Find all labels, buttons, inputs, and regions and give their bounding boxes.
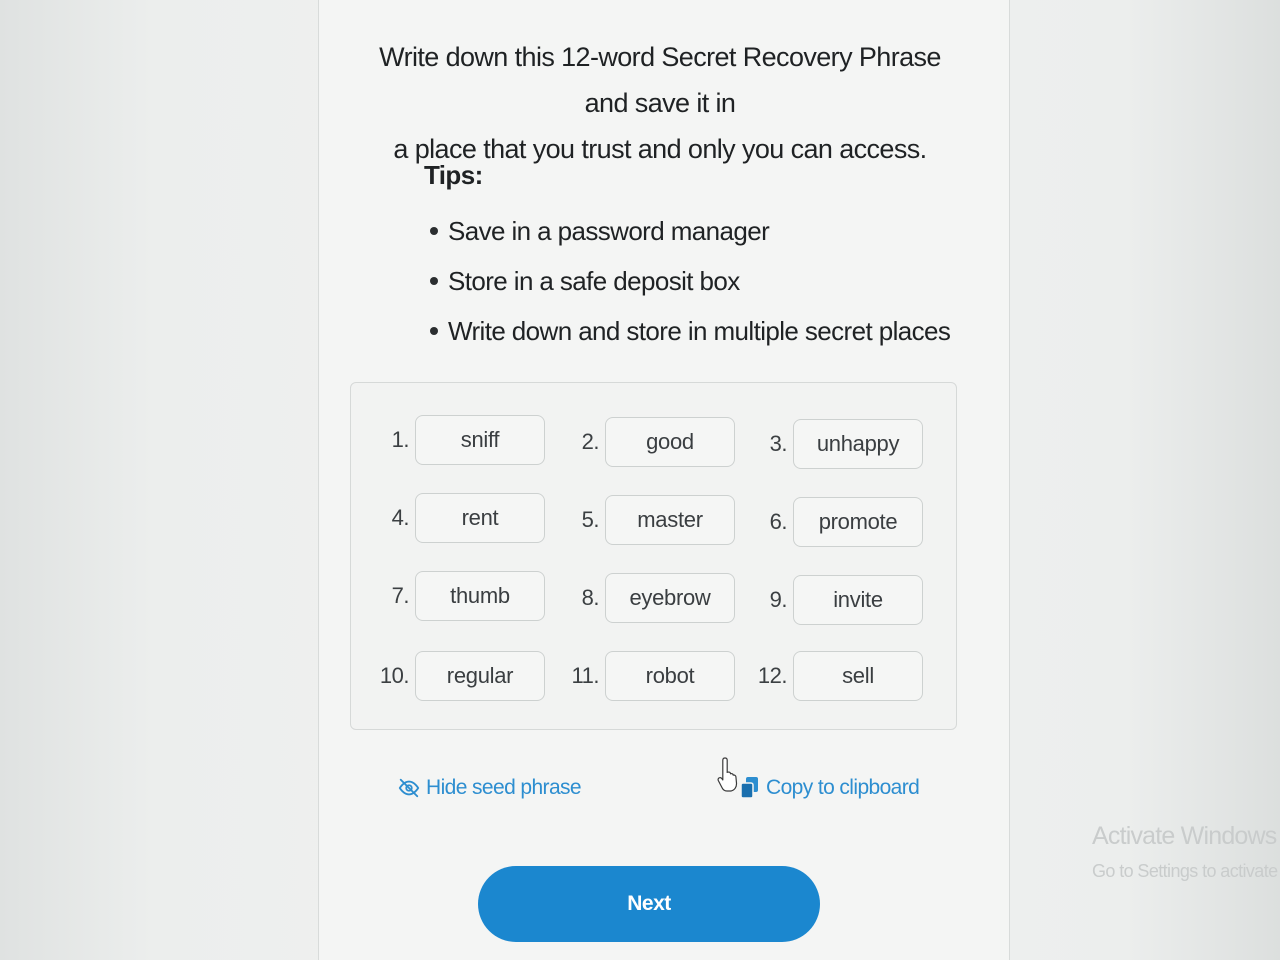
seed-word-12: 12. sell: [751, 651, 923, 701]
next-button[interactable]: Next: [478, 866, 820, 942]
seed-word-1: 1. sniff: [373, 415, 545, 465]
tip-text: Write down and store in multiple secret …: [448, 316, 951, 346]
page: Write down this 12-word Secret Recovery …: [0, 0, 1280, 960]
word-chip: sniff: [415, 415, 545, 465]
watermark-title: Activate Windows: [1092, 822, 1277, 850]
instruction-text: Write down this 12-word Secret Recovery …: [355, 34, 965, 172]
hand-cursor-icon: [716, 756, 740, 801]
tip-text: Save in a password manager: [448, 216, 770, 246]
instruction-line-1: Write down this 12-word Secret Recovery …: [379, 42, 941, 118]
activate-windows-watermark: Activate Windows Go to Settings to activ…: [1092, 822, 1280, 882]
word-chip: promote: [793, 497, 923, 547]
bullet-icon: [430, 277, 438, 285]
hide-seed-phrase-label: Hide seed phrase: [426, 776, 582, 799]
word-index: 7.: [391, 583, 410, 608]
seed-phrase-grid: 1. sniff 2. good 3. unhappy 4. rent 5. m…: [350, 382, 957, 730]
copy-icon: [740, 776, 760, 800]
word-chip: regular: [415, 651, 545, 701]
bullet-icon: [430, 327, 438, 335]
seed-word-8: 8. eyebrow: [563, 573, 735, 623]
tip-item: Save in a password manager: [424, 206, 950, 256]
tip-item: Write down and store in multiple secret …: [424, 306, 951, 356]
seed-word-10: 10. regular: [373, 651, 545, 701]
word-index: 10.: [379, 663, 410, 688]
word-chip: eyebrow: [605, 573, 735, 623]
bullet-icon: [430, 227, 438, 235]
tip-text: Store in a safe deposit box: [448, 266, 740, 296]
next-label: Next: [627, 892, 671, 915]
word-index: 5.: [581, 507, 600, 532]
seed-word-11: 11. robot: [563, 651, 735, 701]
copy-to-clipboard-label: Copy to clipboard: [766, 776, 920, 799]
word-index: 2.: [581, 429, 600, 454]
word-chip: thumb: [415, 571, 545, 621]
hide-seed-phrase-button[interactable]: Hide seed phrase: [398, 776, 582, 800]
watermark-subtitle: Go to Settings to activate W: [1092, 861, 1280, 881]
seed-word-3: 3. unhappy: [751, 419, 923, 469]
seed-word-5: 5. master: [563, 495, 735, 545]
word-chip: rent: [415, 493, 545, 543]
word-index: 4.: [391, 505, 410, 530]
word-index: 1.: [391, 427, 410, 452]
word-chip: invite: [793, 575, 923, 625]
word-chip: unhappy: [793, 419, 923, 469]
word-index: 9.: [769, 587, 788, 612]
eye-slash-icon: [398, 777, 420, 799]
tips-heading: Tips:: [424, 160, 483, 190]
word-chip: master: [605, 495, 735, 545]
word-chip: good: [605, 417, 735, 467]
seed-word-7: 7. thumb: [373, 571, 545, 621]
tip-item: Store in a safe deposit box: [424, 256, 950, 306]
word-index: 11.: [571, 663, 600, 688]
seed-word-4: 4. rent: [373, 493, 545, 543]
word-chip: robot: [605, 651, 735, 701]
seed-word-2: 2. good: [563, 417, 735, 467]
copy-to-clipboard-button[interactable]: Copy to clipboard: [740, 776, 920, 800]
word-chip: sell: [793, 651, 923, 701]
word-index: 3.: [769, 431, 788, 456]
tips-list: Save in a password manager Store in a sa…: [424, 206, 951, 356]
word-index: 6.: [769, 509, 788, 534]
word-index: 12.: [757, 663, 788, 688]
seed-word-9: 9. invite: [751, 575, 923, 625]
seed-word-6: 6. promote: [751, 497, 923, 547]
word-index: 8.: [581, 585, 600, 610]
